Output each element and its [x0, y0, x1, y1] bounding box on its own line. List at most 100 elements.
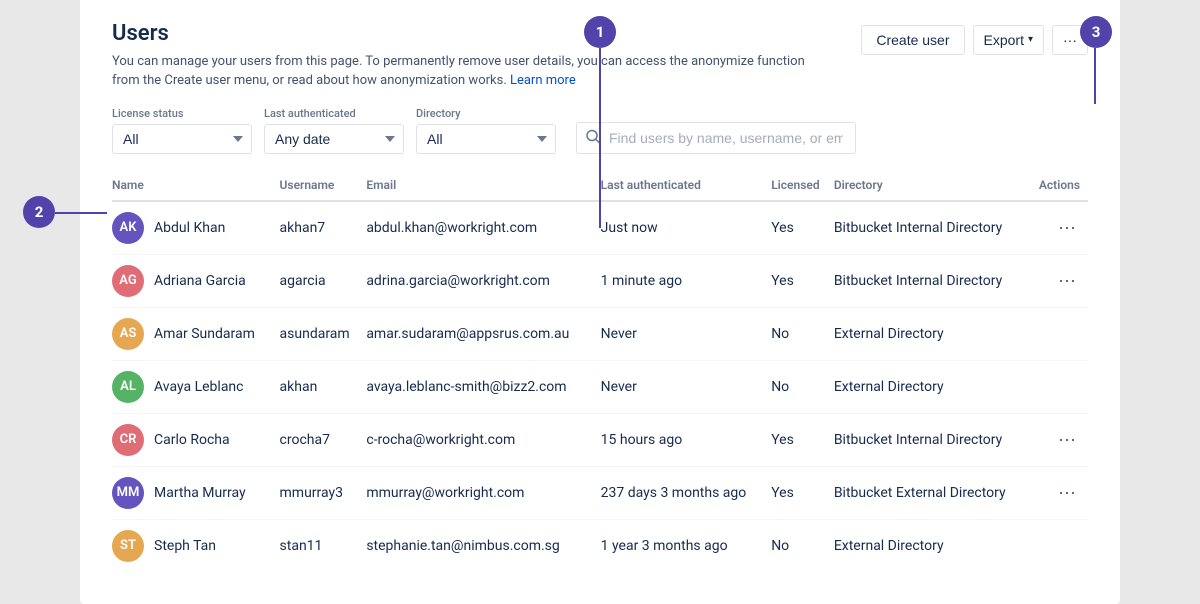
- cell-actions-6: [1033, 519, 1088, 572]
- cell-username-4: crocha7: [280, 413, 367, 466]
- cell-actions-5: ···: [1033, 466, 1088, 519]
- user-name-6: Steph Tan: [154, 538, 216, 554]
- col-name: Name: [112, 170, 280, 201]
- last-authenticated-select[interactable]: Any date Last 7 days Last 30 days Last 9…: [264, 124, 404, 154]
- annotation-2: 2: [23, 196, 55, 228]
- col-email: Email: [366, 170, 600, 201]
- title-description: Users You can manage your users from thi…: [112, 21, 812, 91]
- user-name-4: Carlo Rocha: [154, 432, 230, 448]
- avatar-1: AG: [112, 265, 144, 297]
- cell-name-0: AK Abdul Khan: [112, 201, 280, 255]
- cell-email-3: avaya.leblanc-smith@bizz2.com: [366, 360, 600, 413]
- export-label: Export: [984, 32, 1024, 48]
- license-status-filter: License status All Licensed Unlicensed: [112, 107, 252, 154]
- cell-actions-2: [1033, 307, 1088, 360]
- cell-name-2: AS Amar Sundaram: [112, 307, 280, 360]
- cell-email-4: c-rocha@workright.com: [366, 413, 600, 466]
- avatar-3: AL: [112, 371, 144, 403]
- cell-name-6: ST Steph Tan: [112, 519, 280, 572]
- directory-select[interactable]: All Bitbucket Internal Directory Bitbuck…: [416, 124, 556, 154]
- cell-username-6: stan11: [280, 519, 367, 572]
- users-table: Name Username Email Last authenticated L…: [112, 170, 1088, 572]
- learn-more-link[interactable]: Learn more: [510, 73, 576, 88]
- last-authenticated-label: Last authenticated: [264, 107, 404, 120]
- page-wrapper: 1 3 2 Users You can manage your users fr…: [0, 0, 1200, 600]
- cell-directory-4: Bitbucket Internal Directory: [834, 413, 1034, 466]
- annotation-3: 3: [1080, 16, 1112, 48]
- col-licensed: Licensed: [771, 170, 834, 201]
- table-row: MM Martha Murray mmurray3 mmurray@workri…: [112, 466, 1088, 519]
- cell-name-4: CR Carlo Rocha: [112, 413, 280, 466]
- export-button[interactable]: Export ▾: [973, 25, 1045, 55]
- cell-actions-1: ···: [1033, 254, 1088, 307]
- user-name-2: Amar Sundaram: [154, 326, 255, 342]
- user-name-5: Martha Murray: [154, 485, 246, 501]
- cell-username-3: akhan: [280, 360, 367, 413]
- table-body: AK Abdul Khan akhan7 abdul.khan@workrigh…: [112, 201, 1088, 572]
- cell-licensed-2: No: [771, 307, 834, 360]
- table-row: ST Steph Tan stan11 stephanie.tan@nimbus…: [112, 519, 1088, 572]
- cell-email-1: adrina.garcia@workright.com: [366, 254, 600, 307]
- cell-directory-3: External Directory: [834, 360, 1034, 413]
- user-name-1: Adriana Garcia: [154, 273, 246, 289]
- cell-email-6: stephanie.tan@nimbus.com.sg: [366, 519, 600, 572]
- cell-email-5: mmurray@workright.com: [366, 466, 600, 519]
- row-more-button-1[interactable]: ···: [1054, 268, 1080, 293]
- row-more-button-4[interactable]: ···: [1054, 427, 1080, 452]
- cell-last-auth-5: 237 days 3 months ago: [601, 466, 772, 519]
- license-status-select[interactable]: All Licensed Unlicensed: [112, 124, 252, 154]
- search-wrapper: [576, 122, 856, 154]
- col-directory: Directory: [834, 170, 1034, 201]
- license-status-label: License status: [112, 107, 252, 120]
- header-actions: Create user Export ▾ ···: [861, 25, 1088, 55]
- table-row: CR Carlo Rocha crocha7 c-rocha@workright…: [112, 413, 1088, 466]
- cell-email-0: abdul.khan@workright.com: [366, 201, 600, 255]
- cell-licensed-3: No: [771, 360, 834, 413]
- search-icon: [586, 128, 600, 147]
- annotation-1-line: [599, 48, 601, 228]
- user-name-0: Abdul Khan: [154, 220, 225, 236]
- annotation-3-line: [1094, 48, 1096, 104]
- avatar-6: ST: [112, 530, 144, 562]
- cell-last-auth-1: 1 minute ago: [601, 254, 772, 307]
- cell-username-2: asundaram: [280, 307, 367, 360]
- row-more-button-5[interactable]: ···: [1054, 480, 1080, 505]
- annotation-2-line: [55, 212, 107, 214]
- avatar-5: MM: [112, 477, 144, 509]
- cell-actions-4: ···: [1033, 413, 1088, 466]
- cell-licensed-0: Yes: [771, 201, 834, 255]
- cell-directory-0: Bitbucket Internal Directory: [834, 201, 1034, 255]
- last-authenticated-filter: Last authenticated Any date Last 7 days …: [264, 107, 404, 154]
- cell-licensed-1: Yes: [771, 254, 834, 307]
- cell-directory-1: Bitbucket Internal Directory: [834, 254, 1034, 307]
- cell-last-auth-2: Never: [601, 307, 772, 360]
- directory-filter: Directory All Bitbucket Internal Directo…: [416, 107, 556, 154]
- avatar-4: CR: [112, 424, 144, 456]
- avatar-2: AS: [112, 318, 144, 350]
- avatar-0: AK: [112, 212, 144, 244]
- annotation-1: 1: [584, 16, 616, 48]
- cell-actions-3: [1033, 360, 1088, 413]
- col-username: Username: [280, 170, 367, 201]
- cell-last-auth-6: 1 year 3 months ago: [601, 519, 772, 572]
- cell-username-1: agarcia: [280, 254, 367, 307]
- cell-actions-0: ···: [1033, 201, 1088, 255]
- chevron-down-icon: ▾: [1028, 34, 1033, 45]
- cell-licensed-5: Yes: [771, 466, 834, 519]
- cell-directory-6: External Directory: [834, 519, 1034, 572]
- create-user-button[interactable]: Create user: [861, 25, 964, 55]
- cell-username-5: mmurray3: [280, 466, 367, 519]
- cell-last-auth-0: Just now: [601, 201, 772, 255]
- page-title: Users: [112, 21, 812, 46]
- row-more-button-0[interactable]: ···: [1054, 215, 1080, 240]
- col-actions: Actions: [1033, 170, 1088, 201]
- cell-directory-5: Bitbucket External Directory: [834, 466, 1034, 519]
- user-name-3: Avaya Leblanc: [154, 379, 244, 395]
- page-description: You can manage your users from this page…: [112, 52, 812, 91]
- search-input[interactable]: [576, 122, 856, 154]
- table-row: AL Avaya Leblanc akhan avaya.leblanc-smi…: [112, 360, 1088, 413]
- cell-last-auth-4: 15 hours ago: [601, 413, 772, 466]
- cell-username-0: akhan7: [280, 201, 367, 255]
- cell-name-5: MM Martha Murray: [112, 466, 280, 519]
- cell-name-1: AG Adriana Garcia: [112, 254, 280, 307]
